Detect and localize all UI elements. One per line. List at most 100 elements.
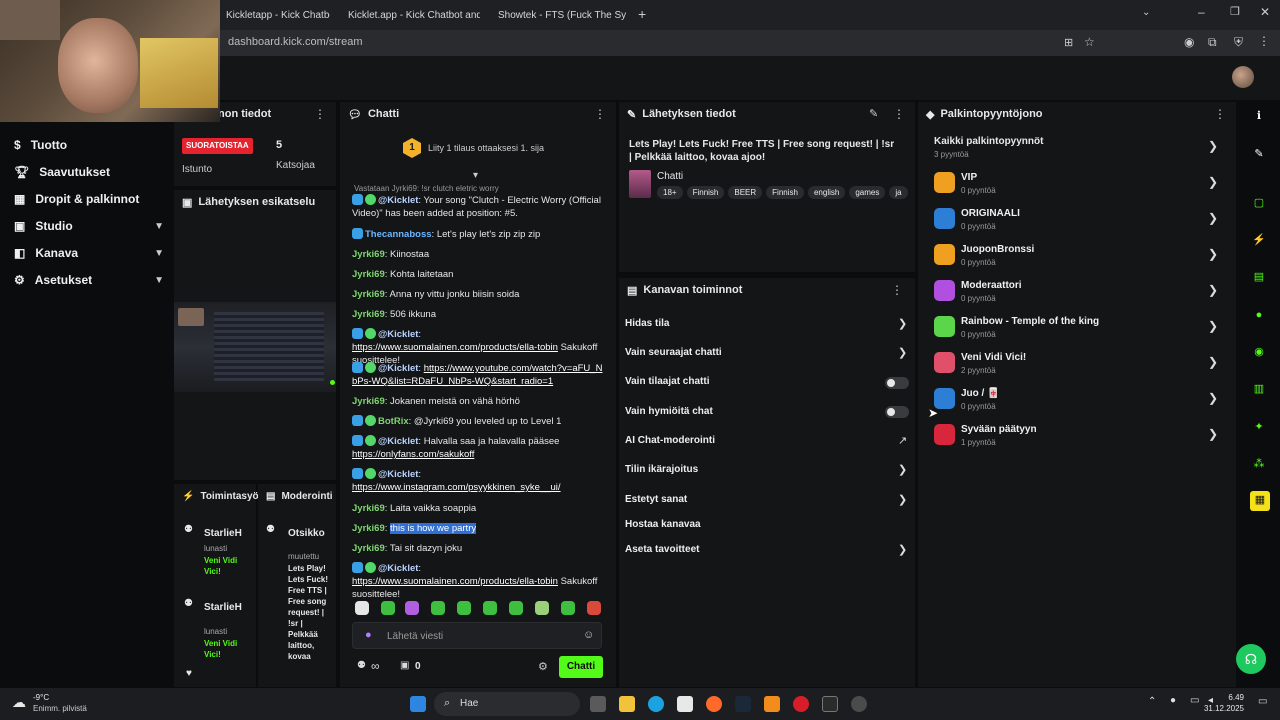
store-icon[interactable]: [677, 696, 693, 712]
reward-name[interactable]: ORIGINAALI: [961, 208, 1020, 219]
chevron-right-icon[interactable]: ❯: [1208, 391, 1218, 405]
all-rewards-label[interactable]: Kaikki palkintopyynnöt: [934, 136, 1043, 147]
sidebar-item-kanava[interactable]: ◧ Kanava ▼: [14, 246, 164, 260]
chat-username[interactable]: Jyrki69: [352, 543, 385, 554]
action-followers-only[interactable]: Vain seuraajat chatti: [625, 347, 722, 358]
emote-icon[interactable]: [509, 601, 523, 615]
chat-username[interactable]: @Kicklet: [378, 363, 418, 374]
chat-bubble-icon[interactable]: ●: [1250, 306, 1268, 324]
more-options-icon[interactable]: ⋮: [314, 107, 326, 121]
chat-username[interactable]: Jyrki69: [352, 249, 385, 260]
emote-icon[interactable]: [431, 601, 445, 615]
scan-icon[interactable]: ▢: [1250, 194, 1268, 212]
emote-icon[interactable]: [457, 601, 471, 615]
emote-icon[interactable]: [355, 601, 369, 615]
new-tab-icon[interactable]: +: [638, 6, 646, 22]
external-link-icon[interactable]: ↗: [898, 434, 907, 447]
chevron-right-icon[interactable]: ❯: [1208, 175, 1218, 189]
chat-username[interactable]: Jyrki69: [352, 289, 385, 300]
chat-username[interactable]: @Kicklet: [378, 329, 418, 340]
more-options-icon[interactable]: ⋮: [594, 107, 606, 121]
edit-icon[interactable]: ✎: [869, 107, 878, 120]
notification-icon[interactable]: ▭: [1258, 696, 1267, 707]
chevron-right-icon[interactable]: ❯: [898, 317, 907, 330]
install-app-icon[interactable]: ⊞: [1064, 36, 1073, 49]
send-chat-button[interactable]: Chatti: [559, 656, 603, 678]
chrome-icon[interactable]: [851, 696, 867, 712]
microphone-icon[interactable]: ●: [365, 629, 372, 641]
chevron-right-icon[interactable]: ❯: [1208, 211, 1218, 225]
shield-icon[interactable]: ⛨: [1234, 35, 1243, 50]
reward-name[interactable]: JuoponBronssi: [961, 244, 1034, 255]
chat-username[interactable]: Jyrki69: [352, 269, 385, 280]
broadcast-icon[interactable]: ◉: [1250, 343, 1268, 361]
emote-icon[interactable]: [587, 601, 601, 615]
minimize-icon[interactable]: –: [1198, 5, 1205, 19]
chat-username[interactable]: BotRix: [378, 416, 409, 427]
chat-input[interactable]: ● Lähetä viesti ☺: [352, 622, 602, 649]
chat-username[interactable]: Jyrki69: [352, 523, 385, 534]
chat-username[interactable]: @Kicklet: [378, 469, 418, 480]
bookmark-star-icon[interactable]: ☆: [1084, 35, 1095, 49]
emote-icon[interactable]: [535, 601, 549, 615]
chevron-right-icon[interactable]: ❯: [1208, 427, 1218, 441]
sidebar-item-studio[interactable]: ▣ Studio ▼: [14, 219, 164, 233]
chevron-right-icon[interactable]: ❯: [1208, 139, 1218, 153]
support-headset-icon[interactable]: ☊: [1236, 644, 1266, 674]
task-view-icon[interactable]: [590, 696, 606, 712]
points-icon[interactable]: ⚉: [357, 660, 366, 671]
clock-time[interactable]: 6.49: [1224, 693, 1244, 702]
emoji-icon[interactable]: ☺: [583, 629, 594, 641]
chat-link[interactable]: https://www.instagram.com/psyykkinen_syk…: [352, 482, 561, 493]
clapper-icon[interactable]: ▦: [1250, 491, 1270, 511]
chevron-right-icon[interactable]: ❯: [898, 543, 907, 556]
action-age-restriction[interactable]: Tilin ikärajoitus: [625, 464, 698, 475]
menu-dots-icon[interactable]: ⋮: [1258, 34, 1270, 48]
pencil-icon[interactable]: ✎: [1250, 145, 1268, 163]
chevron-down-icon[interactable]: ⌄: [1142, 7, 1150, 18]
category-name[interactable]: Chatti: [657, 171, 683, 182]
file-explorer-icon[interactable]: [619, 696, 635, 712]
browser-tab[interactable]: Kicklet.app - Kick Chatbot and✕: [334, 4, 480, 26]
emote-icon[interactable]: [483, 601, 497, 615]
chat-link[interactable]: https://www.suomalainen.com/products/ell…: [352, 576, 558, 587]
terminal-icon[interactable]: [822, 696, 838, 712]
layout-icon[interactable]: ▥: [1250, 380, 1268, 398]
gift-icon[interactable]: ▣: [400, 660, 409, 671]
action-set-goals[interactable]: Aseta tavoitteet: [625, 544, 699, 555]
users-icon[interactable]: ⁂: [1250, 455, 1268, 473]
reward-name[interactable]: VIP: [961, 172, 977, 183]
reward-name[interactable]: Syvään päätyyn: [961, 424, 1037, 435]
edge-icon[interactable]: [648, 696, 664, 712]
document-icon[interactable]: ▤: [1250, 268, 1268, 286]
info-icon[interactable]: ℹ: [1250, 107, 1268, 125]
browser-tab[interactable]: Showtek - FTS (Fuck The Sy✕: [484, 4, 630, 26]
stream-preview-thumbnail[interactable]: [174, 302, 336, 392]
taskbar-search[interactable]: ⌕ Hae: [434, 692, 580, 716]
wrench-icon[interactable]: ✦: [1250, 418, 1268, 436]
bolt-icon[interactable]: ⚡: [1250, 231, 1268, 249]
url-field[interactable]: dashboard.kick.com/stream: [228, 36, 363, 48]
sidebar-item-asetukset[interactable]: ⚙ Asetukset ▼: [14, 273, 164, 287]
chat-settings-icon[interactable]: ⚙: [538, 660, 548, 673]
sidebar-item-dropit[interactable]: ▦ Dropit & palkinnot: [14, 192, 164, 206]
reward-name[interactable]: Veni Vidi Vici!: [961, 352, 1026, 363]
action-host-channel[interactable]: Hostaa kanavaa: [625, 519, 701, 530]
reward-name[interactable]: Juo / 🀄: [961, 388, 1000, 399]
chevron-right-icon[interactable]: ❯: [1208, 283, 1218, 297]
chevron-right-icon[interactable]: ❯: [1208, 319, 1218, 333]
more-options-icon[interactable]: ⋮: [893, 107, 905, 121]
chevron-right-icon[interactable]: ❯: [1208, 247, 1218, 261]
chat-username[interactable]: @Kicklet: [378, 436, 418, 447]
chevron-right-icon[interactable]: ❯: [898, 463, 907, 476]
profile-icon[interactable]: ◉: [1184, 35, 1194, 49]
microphone-icon[interactable]: ●: [1170, 695, 1176, 706]
firefox-icon[interactable]: [706, 696, 722, 712]
action-ai-moderation[interactable]: AI Chat-moderointi: [625, 435, 715, 446]
chat-username[interactable]: @Kicklet: [378, 563, 418, 574]
reward-name[interactable]: Rainbow - Temple of the king: [961, 316, 1099, 327]
chevron-right-icon[interactable]: ❯: [898, 493, 907, 506]
browser-tab[interactable]: Kickletapp - Kick Chatbot and✕: [218, 4, 330, 26]
subscribers-only-toggle[interactable]: [885, 377, 909, 389]
chat-username[interactable]: Thecannaboss: [365, 229, 432, 240]
